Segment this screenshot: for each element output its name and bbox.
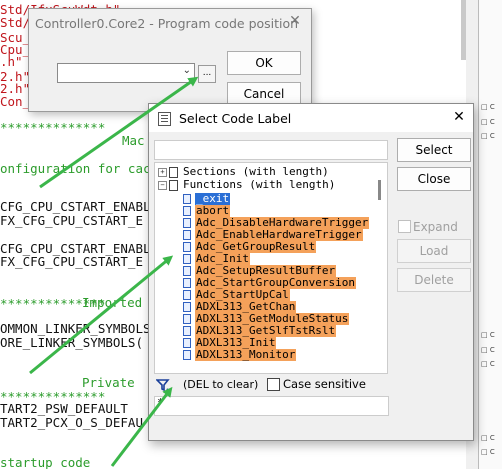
code-line: ************** [0, 120, 106, 135]
collapse-icon[interactable]: − [158, 181, 167, 190]
side-panel-tab[interactable]: □ C [481, 434, 495, 442]
code-line: startup code [0, 455, 91, 469]
code-line: CFG_CPU_CSTART_ENABL [0, 199, 151, 214]
code-line: .h" [0, 54, 23, 69]
program-code-position-dialog: Controller0.Core2 - Program code positio… [28, 8, 312, 112]
code-line: FX_CFG_CPU_CSTART_E [0, 213, 143, 228]
ok-button[interactable]: OK [227, 51, 301, 75]
tree-scrollbar-thumb[interactable] [378, 180, 381, 200]
side-panel-tab[interactable]: □ C [481, 346, 495, 354]
close-icon[interactable]: ✕ [451, 109, 467, 125]
function-label: ADXL313_Monitor [195, 348, 297, 361]
label-icon [183, 218, 191, 228]
expand-checkbox[interactable] [398, 220, 411, 233]
list-icon [158, 112, 171, 126]
side-panel-tab[interactable]: □ C [481, 103, 495, 111]
folder-icon [169, 167, 178, 178]
label-icon [183, 290, 191, 300]
filter-input[interactable]: * [154, 396, 389, 416]
code-label-tree[interactable]: + Sections (with length) − Functions (wi… [154, 162, 388, 374]
side-panel-tab[interactable]: □ C [481, 331, 495, 339]
code-line: onfiguration for cac [0, 161, 151, 176]
label-path-field[interactable] [154, 140, 388, 160]
label-icon [183, 278, 191, 288]
expand-label: Expand [413, 220, 458, 234]
code-line: TART2_PCX_O_S_DEFAU [0, 415, 143, 430]
label-icon [183, 266, 191, 276]
load-button[interactable]: Load [397, 239, 471, 263]
browse-button[interactable]: ... [198, 65, 216, 83]
side-panel-tab[interactable]: □ C [481, 132, 495, 140]
case-sensitive-label: Case sensitive [283, 377, 366, 391]
chevron-down-icon[interactable]: ⌄ [183, 65, 191, 76]
label-icon [183, 326, 191, 336]
label-icon [183, 206, 191, 216]
label-icon [183, 254, 191, 264]
case-sensitive-checkbox[interactable] [267, 378, 280, 391]
side-panel-tab[interactable]: □ C [481, 448, 495, 456]
delete-button[interactable]: Delete [397, 268, 471, 292]
code-line: TART2_PSW_DEFAULT [0, 401, 128, 416]
side-panel-tab[interactable]: □ C [481, 360, 495, 368]
label-icon [183, 302, 191, 312]
close-button[interactable]: Close [397, 167, 471, 191]
label-icon [183, 350, 191, 360]
label-icon [183, 314, 191, 324]
tree-node-label: Sections (with length) [183, 165, 329, 178]
filter-icon [156, 379, 170, 392]
label-icon [183, 194, 191, 204]
code-line: OMMON_LINKER_SYMBOLS [0, 321, 151, 336]
expand-icon[interactable]: + [158, 168, 167, 177]
code-line: FX_CFG_CPU_CSTART_E [0, 254, 143, 269]
dialog-titlebar: Select Code Label ✕ [149, 104, 473, 132]
select-button[interactable]: Select [397, 138, 471, 162]
filter-hint: (DEL to clear) [183, 378, 259, 391]
right-side-panel [478, 0, 502, 469]
dialog-title: Controller0.Core2 - Program code positio… [35, 16, 299, 31]
select-code-label-dialog: Select Code Label ✕ + Sections (with len… [148, 103, 474, 441]
label-icon [183, 230, 191, 240]
code-line: Private [82, 375, 135, 390]
code-position-combo[interactable]: ⌄ [57, 63, 195, 83]
folder-icon [169, 180, 178, 191]
code-line: ORE_LINKER_SYMBOLS( [0, 335, 143, 350]
close-icon[interactable]: ✕ [287, 13, 303, 29]
dialog-title: Select Code Label [179, 111, 292, 126]
label-icon [183, 242, 191, 252]
side-panel-tab[interactable]: □ C [481, 118, 495, 126]
tree-node-label: Functions (with length) [183, 178, 336, 191]
code-line: Mac [122, 133, 145, 148]
label-icon [183, 338, 191, 348]
code-line: Imported [82, 295, 143, 310]
